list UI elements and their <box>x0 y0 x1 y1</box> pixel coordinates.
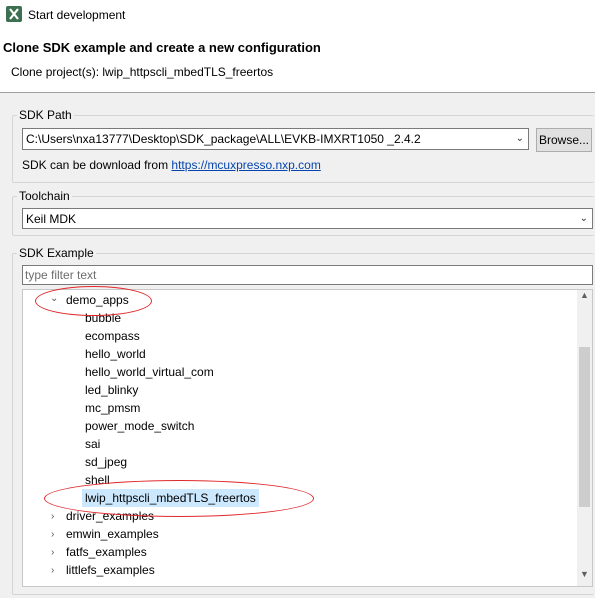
sdk-path-combo[interactable]: C:\Users\nxa13777\Desktop\SDK_package\AL… <box>22 128 529 150</box>
title-bar: Start development <box>0 0 595 30</box>
tree-item[interactable]: ecompass <box>85 327 140 345</box>
tree-item[interactable]: mc_pmsm <box>85 399 140 417</box>
scroll-thumb[interactable] <box>579 347 590 507</box>
annotation-ellipse <box>44 480 314 517</box>
sdk-download-link[interactable]: https://mcuxpresso.nxp.com <box>171 158 320 172</box>
tree-node-collapsed[interactable]: fatfs_examples <box>66 543 147 561</box>
tree-item[interactable]: sd_jpeg <box>85 453 127 471</box>
chevron-right-icon[interactable]: › <box>51 529 54 540</box>
window-title: Start development <box>28 8 126 22</box>
tree-item[interactable]: led_blinky <box>85 381 138 399</box>
toolchain-combo[interactable]: Keil MDK ⌄ <box>22 208 593 229</box>
chevron-down-icon[interactable]: ⌄ <box>516 129 524 149</box>
tree-item[interactable]: hello_world <box>85 345 146 363</box>
page-title: Clone SDK example and create a new confi… <box>3 40 321 55</box>
chevron-right-icon[interactable]: › <box>51 511 54 522</box>
app-icon <box>6 6 22 22</box>
toolchain-value: Keil MDK <box>26 212 77 226</box>
chevron-right-icon[interactable]: › <box>51 547 54 558</box>
page-message: Clone project(s): lwip_httpscli_mbedTLS_… <box>11 65 274 79</box>
sdk-path-value: C:\Users\nxa13777\Desktop\SDK_package\AL… <box>26 132 421 146</box>
tree-node-collapsed[interactable]: emwin_examples <box>66 525 159 543</box>
scroll-down-arrow-icon[interactable]: ▼ <box>577 569 592 583</box>
scroll-up-arrow-icon[interactable]: ▲ <box>577 290 592 304</box>
chevron-right-icon[interactable]: › <box>51 565 54 576</box>
sdk-path-legend: SDK Path <box>17 108 74 122</box>
tree-item[interactable]: power_mode_switch <box>85 417 194 435</box>
annotation-ellipse <box>35 286 152 316</box>
sdk-example-legend: SDK Example <box>17 246 96 260</box>
tree-item[interactable]: sai <box>85 435 100 453</box>
toolchain-legend: Toolchain <box>17 189 72 203</box>
chevron-down-icon[interactable]: ⌄ <box>580 209 588 229</box>
filter-input[interactable]: type filter text <box>22 265 593 285</box>
sdk-example-tree[interactable]: ⌄ demo_apps bubble ecompass hello_world … <box>22 289 593 587</box>
sdk-download-text: SDK can be download from https://mcuxpre… <box>22 158 321 172</box>
sdk-download-prefix: SDK can be download from <box>22 158 172 172</box>
tree-node-collapsed[interactable]: littlefs_examples <box>66 561 155 579</box>
browse-button[interactable]: Browse... <box>536 128 592 152</box>
tree-item[interactable]: hello_world_virtual_com <box>85 363 214 381</box>
